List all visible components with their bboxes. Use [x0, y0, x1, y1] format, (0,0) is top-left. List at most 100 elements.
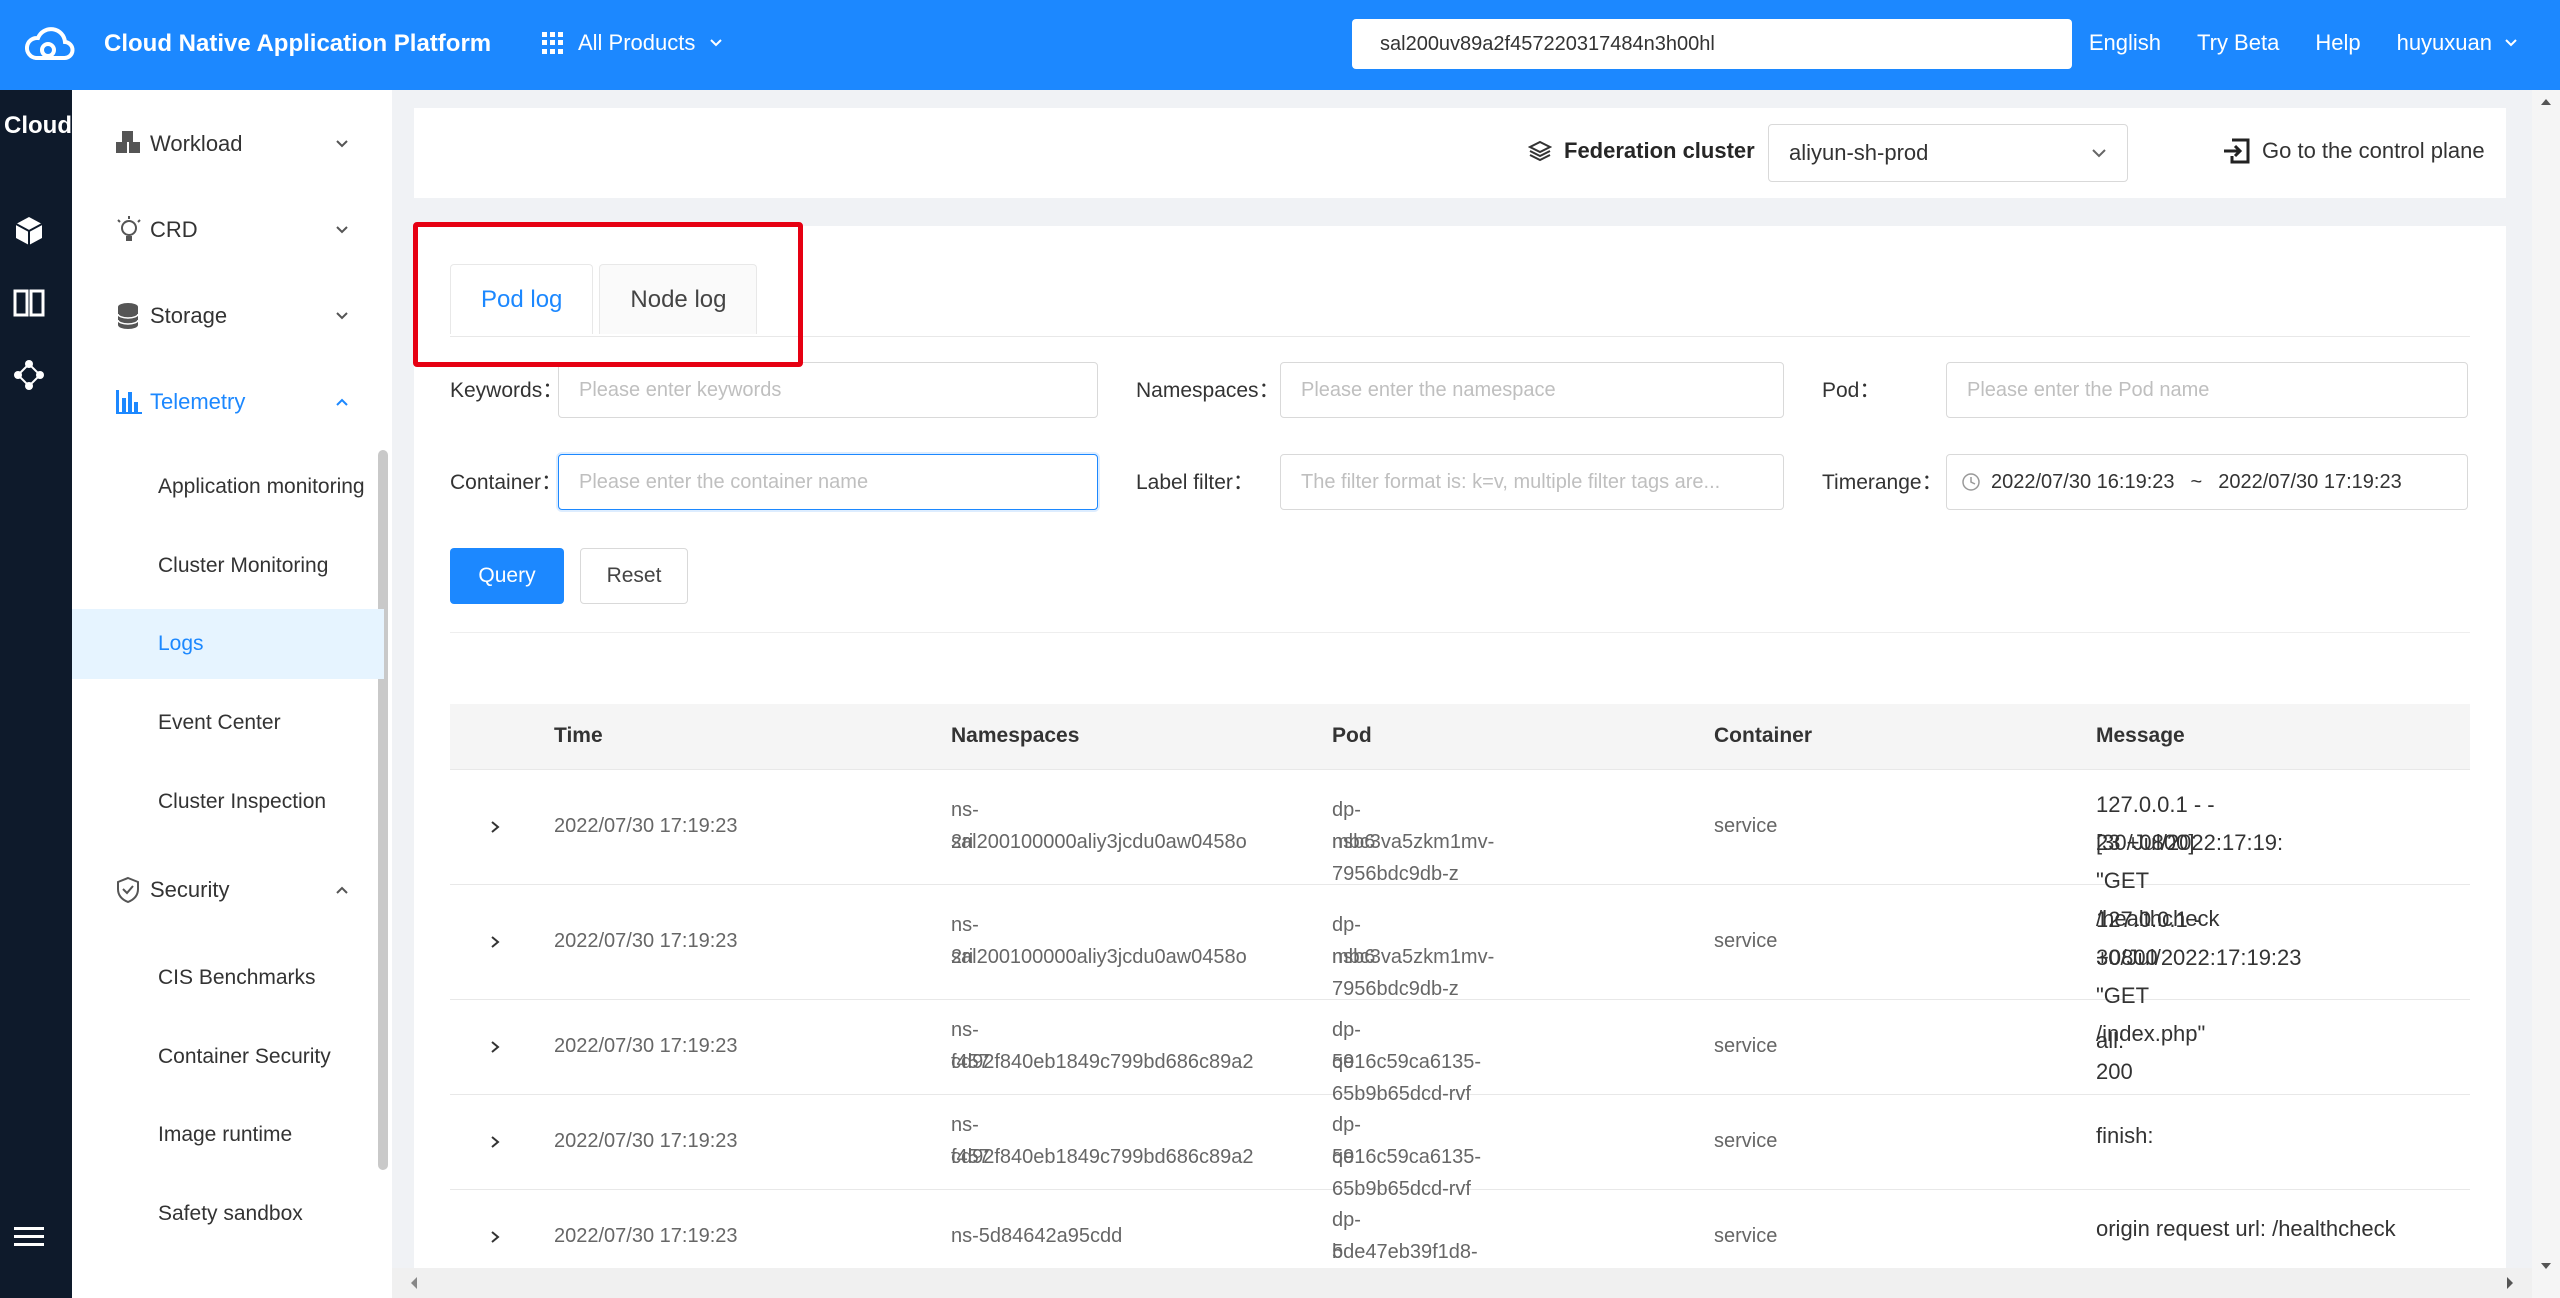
product-rail: Cloud — [0, 90, 72, 1298]
sidebar-group-storage[interactable]: Storage — [72, 286, 392, 346]
namespaces-input[interactable] — [1280, 362, 1784, 418]
pod-label: Pod： — [1822, 379, 1881, 402]
row-message: origin request url: /healthcheck — [2096, 1216, 2396, 1241]
sidebar-item-application-monitoring[interactable]: Application monitoring — [72, 452, 384, 522]
chevron-down-icon — [2505, 39, 2517, 47]
enter-icon — [2224, 138, 2250, 164]
chevron-up-icon — [336, 398, 348, 406]
shield-icon — [117, 876, 139, 904]
row-container: service — [1714, 815, 1778, 837]
chevron-down-icon — [336, 312, 348, 320]
chevron-right-icon[interactable] — [488, 820, 502, 834]
row-time: 2022/07/30 17:19:23 — [554, 1225, 738, 1247]
chevron-right-icon[interactable] — [488, 1230, 502, 1244]
row-time: 2022/07/30 17:19:23 — [554, 815, 738, 837]
table-row[interactable]: 2022/07/30 17:19:23 ns-cd92f840eb1849c79… — [450, 1000, 2470, 1105]
row-container: service — [1714, 1225, 1778, 1247]
timerange-picker[interactable]: 2022/07/30 16:19:23 ~ 2022/07/30 17:19:2… — [1946, 454, 2468, 510]
col-namespaces: Namespaces — [951, 724, 1080, 747]
page-horizontal-scrollbar[interactable] — [392, 1268, 2532, 1298]
bar-chart-icon — [116, 390, 142, 414]
reset-button[interactable]: Reset — [580, 548, 688, 604]
federation-label: Federation cluster — [1528, 138, 1755, 164]
sidebar-group-crd[interactable]: CRD — [72, 200, 392, 260]
chevron-right-icon[interactable] — [488, 935, 502, 949]
try-beta-link[interactable]: Try Beta — [2197, 30, 2279, 56]
sidebar-group-security[interactable]: Security — [72, 860, 392, 920]
chevron-right-icon[interactable] — [488, 1135, 502, 1149]
row-message: finish: — [2096, 1123, 2154, 1148]
page-vertical-scrollbar[interactable] — [2532, 90, 2560, 1298]
language-link[interactable]: English — [2089, 30, 2161, 56]
time-start[interactable]: 2022/07/30 16:19:23 — [1991, 471, 2175, 494]
scroll-up-icon[interactable] — [2532, 90, 2560, 114]
scroll-left-icon[interactable] — [402, 1268, 426, 1298]
sidebar-item-safety-sandbox[interactable]: Safety sandbox — [72, 1179, 384, 1249]
cube-icon[interactable] — [12, 214, 46, 248]
table-header: Time Namespaces Pod Container Message — [450, 704, 2470, 770]
lightbulb-icon — [117, 216, 141, 241]
sidebar-item-logs[interactable]: Logs — [72, 609, 384, 679]
chevron-down-icon — [336, 140, 348, 148]
platform-title: Cloud Native Application Platform — [104, 30, 492, 57]
sidebar-group-telemetry[interactable]: Telemetry — [72, 372, 392, 432]
col-pod: Pod — [1332, 724, 1372, 747]
row-container: service — [1714, 1130, 1778, 1152]
keywords-input[interactable] — [558, 362, 1098, 418]
sidebar-item-cluster-monitoring[interactable]: Cluster Monitoring — [72, 531, 384, 601]
row-namespace: ns-5d84642a95cdd — [951, 1225, 1123, 1247]
sidebar-group-workload[interactable]: Workload — [72, 114, 392, 174]
layers-icon — [1528, 140, 1552, 162]
sidebar-item-image-runtime[interactable]: Image runtime — [72, 1100, 384, 1170]
top-navigation-bar: Cloud Native Application Platform All Pr… — [0, 0, 2560, 90]
pod-input[interactable] — [1946, 362, 2468, 418]
sidebar-item-event-center[interactable]: Event Center — [72, 688, 384, 758]
chevron-down-icon — [336, 226, 348, 234]
col-message: Message — [2096, 724, 2185, 747]
top-links: English Try Beta Help huyuxuan — [2089, 30, 2518, 56]
rail-title: Cloud — [4, 112, 72, 139]
columns-icon[interactable] — [12, 286, 46, 320]
filter-divider — [450, 632, 2470, 633]
user-menu[interactable]: huyuxuan — [2397, 30, 2518, 56]
table-row[interactable]: 2022/07/30 17:19:23 ns-cd92f840eb1849c79… — [450, 1095, 2470, 1200]
chevron-right-icon[interactable] — [488, 1040, 502, 1054]
sidebar-group-label: CRD — [150, 217, 198, 242]
sidebar-group-label: Storage — [150, 303, 228, 328]
time-end[interactable]: 2022/07/30 17:19:23 — [2218, 471, 2402, 494]
side-menu: Workload CRD Storage Telemetry Applicati… — [72, 90, 392, 1298]
global-search-input[interactable] — [1352, 19, 2072, 69]
label-filter-label: Label filter： — [1136, 471, 1254, 494]
table-row[interactable]: 2022/07/30 17:19:23 ns-sal200100000aliy3… — [450, 770, 2470, 969]
main-content: Federation cluster aliyun-sh-prod Go to … — [392, 90, 2532, 1295]
control-plane-link[interactable]: Go to the control plane — [2222, 136, 2485, 166]
tab-pod-log[interactable]: Pod log — [450, 264, 594, 334]
table-row[interactable]: 2022/07/30 17:19:23 ns-sal200100000aliy3… — [450, 885, 2470, 1084]
scroll-down-icon[interactable] — [2532, 1254, 2560, 1278]
clock-icon — [1962, 473, 1980, 491]
federation-cluster-select[interactable]: aliyun-sh-prod — [1768, 124, 2128, 182]
help-link[interactable]: Help — [2315, 30, 2360, 56]
log-tabs: Pod log Node log — [450, 264, 758, 334]
time-separator: ~ — [2190, 470, 2203, 493]
cloud-logo-icon[interactable] — [22, 20, 78, 70]
row-time: 2022/07/30 17:19:23 — [554, 1035, 738, 1057]
sidebar-item-cis-benchmarks[interactable]: CIS Benchmarks — [72, 943, 384, 1013]
label-filter-input[interactable] — [1280, 454, 1784, 510]
log-table: Time Namespaces Pod Container Message 20… — [450, 704, 2470, 1295]
tab-node-log[interactable]: Node log — [599, 264, 758, 334]
menu-icon[interactable] — [12, 1220, 46, 1254]
sidebar-item-cluster-inspection[interactable]: Cluster Inspection — [72, 767, 384, 837]
scroll-right-icon[interactable] — [2498, 1268, 2522, 1298]
container-input[interactable] — [558, 454, 1098, 510]
network-icon[interactable] — [12, 358, 46, 392]
sidebar-group-label: Security — [150, 877, 230, 902]
all-products-menu[interactable]: All Products — [542, 30, 723, 56]
query-button[interactable]: Query — [450, 548, 564, 604]
keywords-label: Keywords： — [450, 379, 564, 402]
federation-label-text: Federation cluster — [1564, 138, 1755, 163]
col-time: Time — [554, 724, 603, 747]
database-icon — [117, 303, 139, 329]
sidebar-item-container-security[interactable]: Container Security — [72, 1022, 384, 1092]
timerange-label: Timerange： — [1822, 471, 1943, 494]
